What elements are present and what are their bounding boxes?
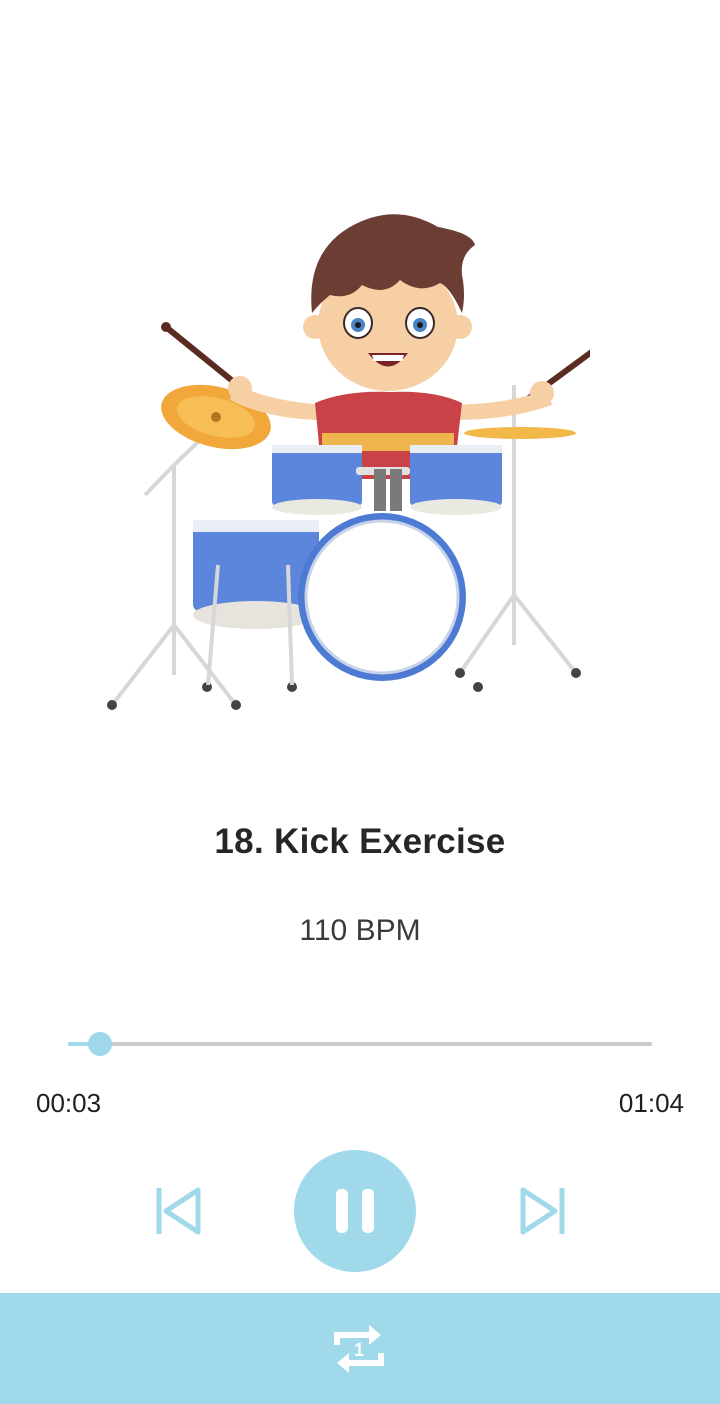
total-duration: 01:04 xyxy=(618,1088,684,1118)
bottom-bar: 1 xyxy=(0,1293,720,1404)
repeat-one-icon: 1 xyxy=(334,1325,384,1373)
seek-thumb[interactable] xyxy=(88,1032,113,1056)
skip-next-icon xyxy=(520,1187,565,1235)
repeat-one-button[interactable]: 1 xyxy=(325,1315,393,1383)
play-pause-button[interactable] xyxy=(294,1150,416,1272)
pause-icon xyxy=(336,1189,374,1233)
next-track-button[interactable] xyxy=(511,1180,573,1242)
seek-bar[interactable] xyxy=(68,1024,652,1064)
tempo-label: 110 BPM xyxy=(299,914,421,947)
elapsed-time: 00:03 xyxy=(36,1088,102,1118)
track-title: 18. Kick Exercise xyxy=(214,822,506,861)
previous-track-button[interactable] xyxy=(148,1180,210,1242)
skip-previous-icon xyxy=(156,1187,201,1235)
drummer-illustration xyxy=(107,214,590,710)
repeat-badge: 1 xyxy=(354,1340,364,1360)
seek-track xyxy=(68,1042,652,1046)
